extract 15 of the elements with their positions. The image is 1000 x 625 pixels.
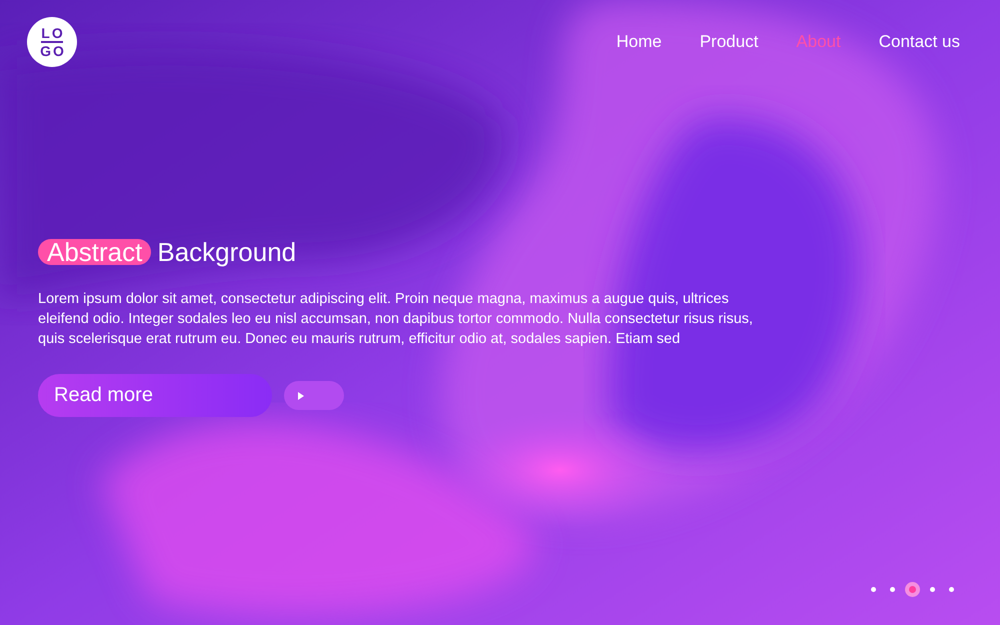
pager-dot[interactable] (949, 587, 954, 592)
nav-link[interactable]: Contact us (878, 32, 960, 52)
pager-dot[interactable] (930, 587, 935, 592)
hero-title: Background (157, 237, 296, 267)
read-more-button[interactable]: Read more (38, 374, 272, 417)
logo-text: GO (39, 44, 66, 58)
highlight-label: Abstract (38, 239, 152, 265)
pager-dot[interactable] (871, 587, 876, 592)
play-icon (297, 392, 305, 400)
hero-paragraph: Lorem ipsum dolor sit amet, consectetur adipiscing elit. Proin neque magna, maximus a augue quis, ultrices eleifend odio. Integer sodales leo eu nisl accumsan, non dapibus tortor commodo. Nulla consectetur risus risus, quis scelerisque erat rutrum eu. Donec eu mauris rutrum, efficitur odio at, sodales sapien. Etiam sed (38, 290, 754, 349)
pager-dot[interactable] (909, 586, 916, 593)
nav-link[interactable]: Home (616, 32, 662, 52)
pager-dot[interactable] (890, 587, 895, 592)
logo-text: LO (40, 26, 65, 40)
nav-link[interactable]: Product (700, 32, 758, 52)
